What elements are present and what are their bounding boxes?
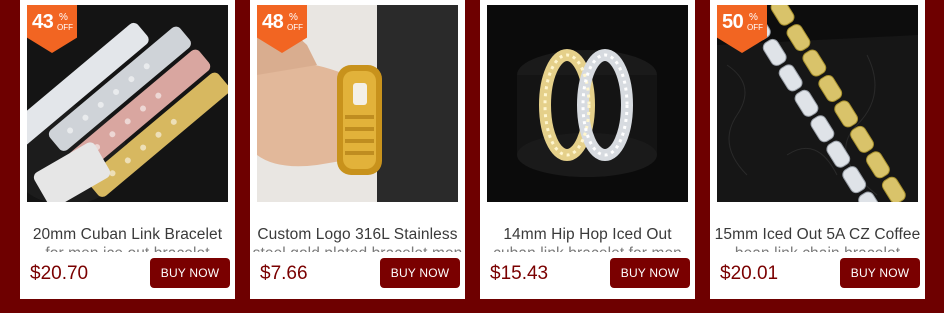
product-carousel: 43 % OFF 20mm Cuban Link Bracelet for me… (0, 0, 944, 313)
discount-percent-sign: % (59, 12, 68, 23)
discount-percent-sign: % (749, 12, 758, 23)
buy-now-button[interactable]: BUY NOW (840, 258, 920, 288)
product-title-line1: Custom Logo 316L Stainless (257, 226, 458, 243)
product-card[interactable]: 14mm Hip Hop Iced Out cuban link bracele… (480, 0, 695, 299)
product-price: $7.66 (260, 263, 308, 284)
product-title-line2: cuban link bracelet for men (480, 244, 695, 252)
product-title-line1: 15mm Iced Out 5A CZ Coffee (714, 226, 921, 243)
product-price: $20.01 (720, 263, 779, 284)
buy-now-button[interactable]: BUY NOW (380, 258, 460, 288)
product-title[interactable]: 20mm Cuban Link Bracelet for men ice out… (20, 225, 235, 252)
product-title-line2: for men ice out bracelet (20, 244, 235, 252)
bracelets-on-velvet-photo (487, 5, 688, 202)
product-card[interactable]: 43 % OFF 20mm Cuban Link Bracelet for me… (20, 0, 235, 299)
buy-now-button[interactable]: BUY NOW (610, 258, 690, 288)
product-title[interactable]: 14mm Hip Hop Iced Out cuban link bracele… (480, 225, 695, 252)
discount-off-label: OFF (57, 23, 73, 32)
product-title[interactable]: Custom Logo 316L Stainless steel gold pl… (250, 225, 465, 252)
product-title[interactable]: 15mm Iced Out 5A CZ Coffee bean link cha… (710, 225, 925, 252)
product-price: $20.70 (30, 263, 89, 284)
product-image[interactable]: 43 % OFF (27, 5, 228, 202)
discount-value: 50 (722, 11, 744, 33)
discount-off-label: OFF (747, 23, 763, 32)
product-title-line1: 20mm Cuban Link Bracelet (32, 226, 223, 243)
product-card[interactable]: 50 % OFF 15mm Iced Out 5A CZ Coffee bean… (710, 0, 925, 299)
product-image[interactable] (487, 5, 688, 202)
discount-value: 43 (32, 11, 54, 33)
discount-value: 48 (262, 11, 284, 33)
product-title-line2: bean link chain bracelet (710, 244, 925, 252)
product-image[interactable]: 48 % OFF (257, 5, 458, 202)
buy-now-button[interactable]: BUY NOW (150, 258, 230, 288)
product-card[interactable]: 48 % OFF Custom Logo 316L Stainless stee… (250, 0, 465, 299)
product-price: $15.43 (490, 263, 549, 284)
product-title-line1: 14mm Hip Hop Iced Out (503, 226, 672, 243)
product-image[interactable]: 50 % OFF (717, 5, 918, 202)
product-title-line2: steel gold plated bracelet men (250, 244, 465, 252)
discount-percent-sign: % (289, 12, 298, 23)
discount-off-label: OFF (287, 23, 303, 32)
